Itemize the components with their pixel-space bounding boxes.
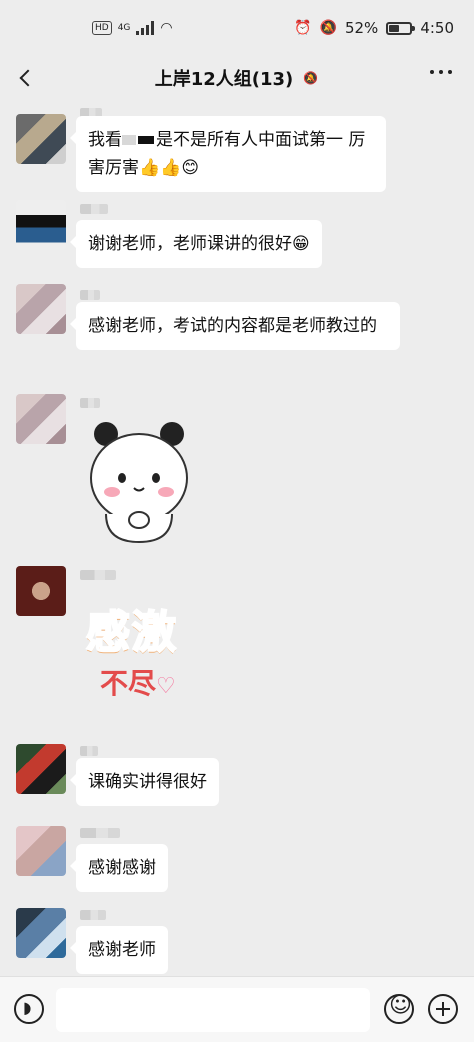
message-bubble[interactable]: 谢谢老师，老师课讲的很好😁	[70, 220, 322, 268]
status-bar: HD 4G ◠ ⏰ 🔕 52% 4:50	[0, 0, 474, 56]
input-bar	[0, 976, 474, 1042]
heart-icon: ♡	[156, 674, 176, 699]
blur-mask	[122, 135, 136, 145]
battery-icon	[386, 21, 416, 35]
sticker-sub-text: 不尽♡	[100, 667, 176, 700]
avatar[interactable]	[16, 908, 66, 958]
sticker-main-text: 感激	[85, 606, 178, 659]
message-text: 感谢感谢	[88, 858, 156, 878]
sender-name	[80, 570, 116, 580]
avatar[interactable]	[16, 826, 66, 876]
message-text: 课确实讲得很好	[88, 772, 207, 792]
sender-name	[80, 910, 106, 920]
bell-mute-icon: 🔕	[303, 71, 319, 85]
message-bubble[interactable]: 我看 是不是所有人中面试第一 厉害厉害👍👍😊	[70, 116, 386, 192]
hd-badge: HD	[92, 21, 112, 35]
wifi-icon: ◠	[160, 20, 173, 36]
avatar[interactable]	[16, 200, 66, 250]
status-right: ⏰ 🔕 52% 4:50	[294, 19, 454, 37]
panda-thanks-sticker[interactable]	[84, 416, 194, 546]
status-left: HD 4G ◠	[92, 20, 173, 36]
sender-name	[80, 290, 100, 300]
sender-name	[80, 204, 108, 214]
message-bubble[interactable]: 感谢老师	[70, 926, 168, 974]
sender-name	[80, 746, 98, 756]
message-text: 感谢老师，考试的内容都是老师教过的	[88, 316, 377, 336]
redaction-mask	[138, 136, 154, 144]
sender-name	[80, 828, 120, 838]
battery-percent: 52%	[344, 19, 379, 37]
avatar[interactable]	[16, 114, 66, 164]
message-text: 感谢老师	[88, 940, 156, 960]
message-text: 谢谢老师，老师课讲的很好😁	[88, 234, 310, 254]
message-text: 我看	[88, 130, 122, 150]
silent-icon: 🔕	[319, 20, 337, 36]
chat-header: 上岸12人组(13) 🔕	[0, 56, 474, 100]
thanks-sticker[interactable]: 感激 不尽♡	[85, 596, 216, 716]
message-bubble[interactable]: 课确实讲得很好	[70, 758, 219, 806]
message-bubble[interactable]: 感谢感谢	[70, 844, 168, 892]
signal-icon	[136, 21, 155, 35]
avatar[interactable]	[16, 566, 66, 616]
message-input[interactable]	[56, 988, 370, 1032]
alarm-icon: ⏰	[294, 20, 312, 36]
back-arrow-icon[interactable]	[18, 68, 38, 88]
clock: 4:50	[420, 19, 454, 37]
voice-icon[interactable]	[14, 994, 44, 1024]
more-options-icon[interactable]	[430, 70, 452, 74]
emoji-icon[interactable]	[384, 993, 414, 1024]
sender-name	[80, 398, 100, 408]
avatar[interactable]	[16, 394, 66, 444]
avatar[interactable]	[16, 744, 66, 794]
chat-title: 上岸12人组(13)	[154, 69, 294, 90]
avatar[interactable]	[16, 284, 66, 334]
message-bubble[interactable]: 感谢老师，考试的内容都是老师教过的	[70, 302, 400, 350]
plus-icon[interactable]	[428, 994, 458, 1024]
network-type: 4G	[117, 23, 131, 33]
